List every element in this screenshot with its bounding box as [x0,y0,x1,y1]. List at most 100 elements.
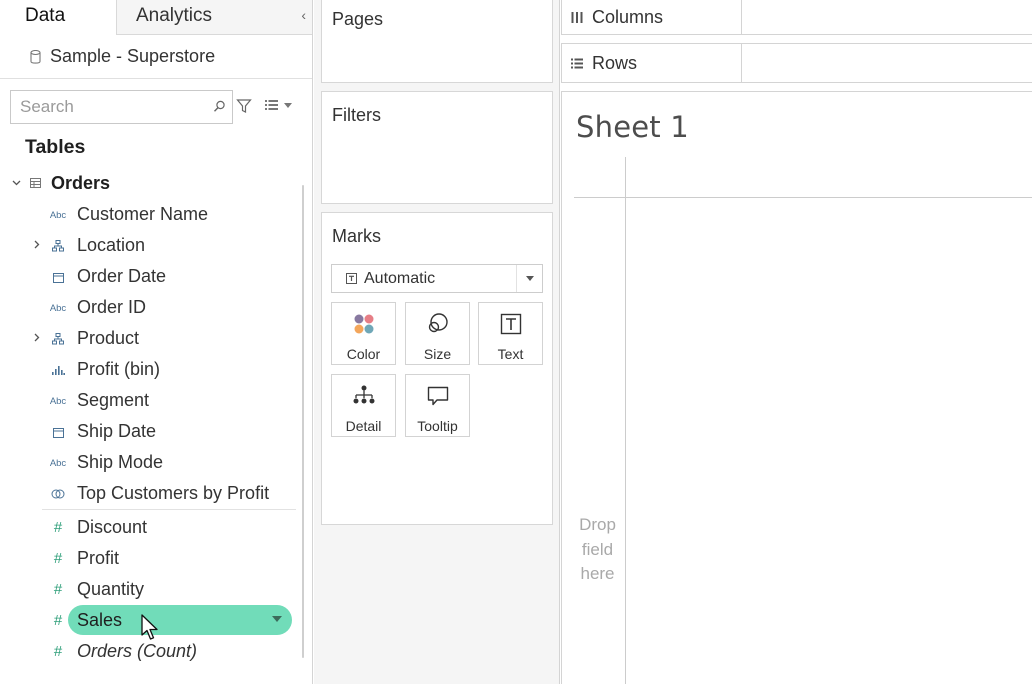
rows-shelf[interactable]: Rows [561,43,1032,83]
chevron-down-icon [525,276,534,281]
columns-shelf[interactable]: Columns [561,0,1032,35]
number-icon: # [53,581,63,598]
table-icon [30,178,41,188]
field-customer-name[interactable]: Abc Customer Name [0,199,300,230]
field-label: Segment [77,390,150,410]
chevron-down-icon[interactable] [12,180,21,186]
field-label: Discount [77,517,148,537]
tooltip-button[interactable]: Tooltip [405,374,470,437]
pages-card-title: Pages [332,9,384,29]
column-header-divider [574,197,1032,198]
drop-hint-line: here [580,564,615,583]
field-label: Orders (Count) [77,641,198,661]
field-label: Product [77,328,140,348]
tab-analytics-label: Analytics [136,5,213,26]
chevron-right-icon[interactable] [34,240,40,249]
size-button[interactable]: Size [405,302,470,365]
tooltip-label: Tooltip [417,418,458,434]
cards-pane: Pages Filters Marks Automatic Color Size… [314,0,560,684]
field-discount[interactable]: # Discount [0,512,300,543]
number-icon: # [53,643,63,660]
tooltip-icon [427,386,448,406]
color-label: Color [346,346,381,362]
data-pane: Data Analytics ‹ Sample - Superstore Sea… [0,0,313,684]
field-top-customers[interactable]: Top Customers by Profit [0,478,300,509]
abc-string-icon: Abc [49,302,67,314]
field-label: Profit [77,548,120,568]
dropdown-arrow-icon[interactable] [272,616,282,622]
text-button[interactable]: Text [478,302,543,365]
sheet-title[interactable]: Sheet 1 [576,110,689,144]
filters-card-title: Filters [332,105,381,125]
abc-string-icon: Abc [49,209,67,221]
field-segment[interactable]: Abc Segment [0,385,300,416]
dimension-measure-divider [42,509,296,510]
tables-heading: Tables [25,136,86,158]
field-product[interactable]: Product [0,323,300,354]
view-options-button[interactable] [265,100,292,110]
collapse-pane-icon[interactable]: ‹ [301,8,306,22]
table-orders[interactable]: Orders [12,172,110,194]
search-icon[interactable] [213,100,226,113]
rows-label: Rows [592,52,638,73]
color-icon [354,314,373,334]
number-icon: # [53,550,63,567]
drop-hint-line: field [581,539,614,559]
field-label: Customer Name [77,204,209,224]
field-label: Sales [77,610,123,630]
datasource-item[interactable]: Sample - Superstore [0,35,312,79]
calendar-icon [49,269,67,285]
chevron-right-icon[interactable] [34,333,40,342]
field-label: Ship Date [77,421,157,441]
filters-card[interactable]: Filters [321,91,553,204]
columns-icon [571,11,583,23]
field-label: Top Customers by Profit [77,483,270,503]
database-icon [30,49,41,64]
text-label: Text [497,346,524,362]
detail-label: Detail [345,418,382,434]
size-icon [428,313,448,333]
number-icon: # [53,519,63,536]
search-box [10,90,233,124]
datasource-name: Sample - Superstore [50,46,216,66]
tab-data[interactable]: Data [0,0,117,35]
field-label: Order ID [77,297,147,317]
field-order-date[interactable]: Order Date [0,261,300,292]
detail-button[interactable]: Detail [331,374,396,437]
field-location[interactable]: Location [0,230,300,261]
drop-field-here-hint[interactable]: Drop field here [570,513,625,587]
set-icon [49,486,67,502]
rows-icon [571,58,583,68]
field-ship-date[interactable]: Ship Date [0,416,300,447]
field-profit-bin[interactable]: Profit (bin) [0,354,300,385]
columns-label: Columns [592,6,664,27]
field-quantity[interactable]: # Quantity [0,574,300,605]
abc-string-icon: Abc [49,395,67,407]
search-input[interactable] [20,97,206,117]
abc-string-icon: Abc [49,457,67,469]
row-header-divider [625,157,626,684]
selected-field-pill-sales[interactable]: Sales [68,605,292,635]
tab-analytics[interactable]: Analytics ‹ [117,0,312,35]
calendar-icon [49,424,67,440]
field-profit[interactable]: # Profit [0,543,300,574]
number-icon: # [53,612,63,629]
filter-icon[interactable] [236,98,252,114]
table-name: Orders [51,172,111,193]
field-label: Ship Mode [77,452,164,472]
marks-card: Marks Automatic Color Size Text Detail T… [321,212,553,525]
hierarchy-icon [49,331,67,347]
drop-hint-line: Drop [579,515,616,534]
field-ship-mode[interactable]: Abc Ship Mode [0,447,300,478]
sheet-view[interactable]: Sheet 1 Drop field here [561,91,1032,684]
mark-type-dropdown[interactable]: Automatic [331,264,543,293]
size-label: Size [423,346,452,362]
field-label: Location [77,235,146,255]
color-button[interactable]: Color [331,302,396,365]
field-list-scrollbar[interactable] [302,185,304,658]
field-label: Profit (bin) [77,359,161,379]
mark-type-arrow[interactable] [516,265,542,292]
field-order-id[interactable]: Abc Order ID [0,292,300,323]
pane-tabs: Data Analytics ‹ [0,0,312,35]
pages-card[interactable]: Pages [321,0,553,83]
